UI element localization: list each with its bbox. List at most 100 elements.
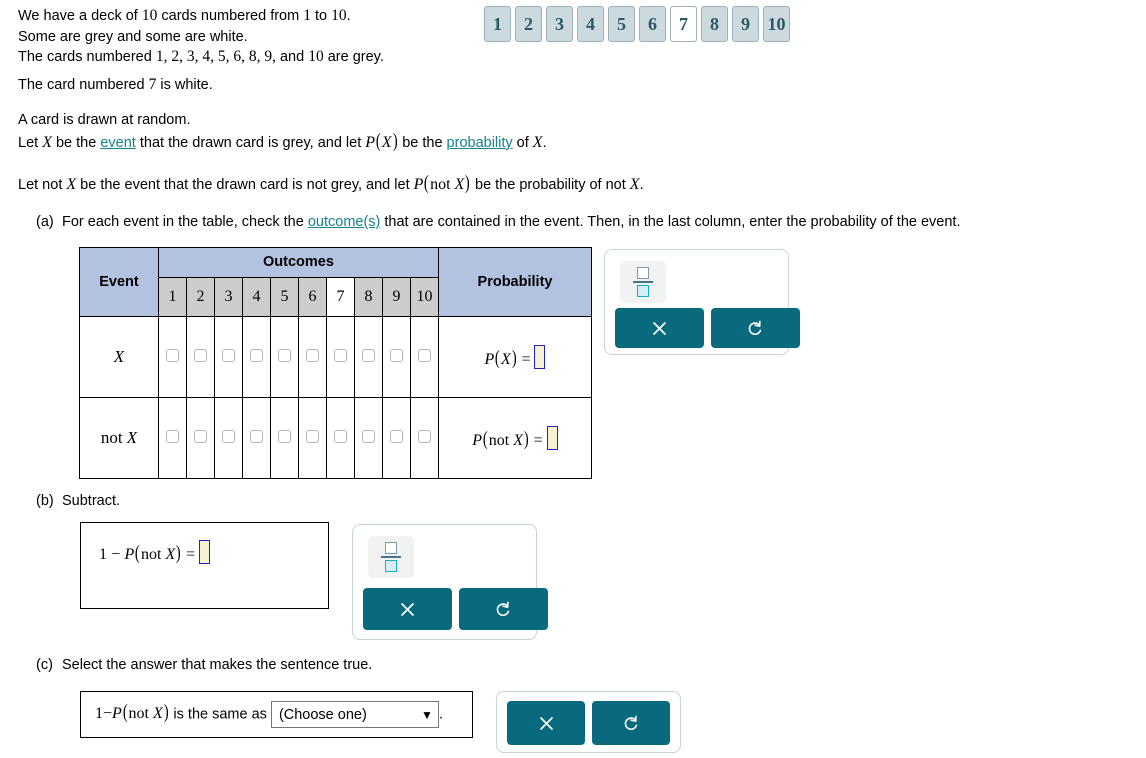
checkbox-outcome-5[interactable] bbox=[278, 429, 291, 443]
select-value: (Choose one) bbox=[278, 706, 367, 723]
header-event: Event bbox=[79, 247, 159, 317]
checkbox-outcome-8[interactable] bbox=[362, 429, 375, 443]
undo-icon bbox=[624, 715, 637, 730]
outcome-cell-4[interactable] bbox=[242, 316, 271, 398]
card-10: 10 bbox=[763, 6, 790, 42]
probability-cell: P(X) = bbox=[438, 316, 592, 398]
checkbox-outcome-8[interactable] bbox=[362, 348, 375, 362]
header-probability: Probability bbox=[438, 247, 592, 317]
probability-input[interactable] bbox=[546, 425, 558, 450]
fraction-icon[interactable] bbox=[620, 261, 666, 303]
outcome-cell-4[interactable] bbox=[242, 397, 271, 479]
clear-button-b[interactable] bbox=[363, 588, 452, 630]
undo-icon bbox=[748, 320, 762, 335]
card-7: 7 bbox=[670, 6, 697, 42]
probability-expression: P(not X) = bbox=[472, 425, 558, 450]
outcome-cell-6[interactable] bbox=[298, 397, 327, 479]
outcome-cell-3[interactable] bbox=[214, 397, 243, 479]
header-outcomes: Outcomes bbox=[158, 247, 439, 278]
event-link[interactable]: event bbox=[100, 135, 135, 151]
outcome-header-9: 9 bbox=[382, 276, 411, 318]
checkbox-outcome-3[interactable] bbox=[222, 348, 235, 362]
fraction-icon[interactable] bbox=[368, 536, 414, 578]
checkbox-outcome-1[interactable] bbox=[166, 348, 179, 362]
definition-line-3: Let not X be the event that the drawn ca… bbox=[18, 172, 644, 194]
intro-line-2: Some are grey and some are white. bbox=[18, 28, 248, 45]
outcome-cell-10[interactable] bbox=[410, 316, 439, 398]
checkbox-outcome-9[interactable] bbox=[390, 348, 403, 362]
outcome-cell-7[interactable] bbox=[326, 397, 355, 479]
table-row: not X P(not X) = bbox=[79, 397, 592, 479]
probability-cell: P(not X) = bbox=[438, 397, 592, 479]
x-icon bbox=[653, 321, 666, 335]
outcome-cell-8[interactable] bbox=[354, 316, 383, 398]
card-5: 5 bbox=[608, 6, 635, 42]
part-c-instruction: (c) Select the answer that makes the sent… bbox=[36, 657, 373, 673]
outcome-cell-2[interactable] bbox=[186, 316, 215, 398]
math-keypad-b bbox=[352, 524, 548, 640]
checkbox-outcome-6[interactable] bbox=[306, 348, 319, 362]
undo-button-a[interactable] bbox=[711, 308, 800, 348]
paren-open: ( bbox=[483, 427, 488, 450]
outcome-cell-6[interactable] bbox=[298, 316, 327, 398]
checkbox-outcome-1[interactable] bbox=[166, 429, 179, 443]
outcome-cell-5[interactable] bbox=[270, 397, 299, 479]
outcome-cell-1[interactable] bbox=[158, 316, 187, 398]
probability-P: P bbox=[472, 431, 483, 449]
probability-link[interactable]: probability bbox=[447, 135, 513, 151]
card-4: 4 bbox=[577, 6, 604, 42]
outcome-header-3: 3 bbox=[214, 276, 243, 318]
x-icon bbox=[539, 716, 553, 730]
choose-one-select[interactable]: (Choose one) ▼ bbox=[270, 701, 439, 728]
probability-input[interactable] bbox=[534, 344, 546, 369]
row-label-not-x: not X bbox=[79, 397, 159, 479]
checkbox-outcome-10[interactable] bbox=[418, 348, 431, 362]
checkbox-outcome-2[interactable] bbox=[194, 348, 207, 362]
outcome-cell-2[interactable] bbox=[186, 397, 215, 479]
checkbox-outcome-3[interactable] bbox=[222, 429, 235, 443]
clear-button-a[interactable] bbox=[615, 308, 704, 348]
outcome-header-4: 4 bbox=[242, 276, 271, 318]
checkbox-outcome-2[interactable] bbox=[194, 429, 207, 443]
undo-button-b[interactable] bbox=[459, 588, 548, 630]
outcomes-link[interactable]: outcome(s) bbox=[308, 214, 381, 230]
math-keypad-a bbox=[604, 249, 800, 355]
table-row: X P(X) = bbox=[79, 316, 592, 398]
outcomes-table-wrap: Event Outcomes Probability 1 2 3 4 5 6 7 8 9 10 X… bbox=[79, 247, 592, 479]
definition-text: A card is drawn at random. Let X be the … bbox=[18, 110, 644, 196]
outcome-cell-8[interactable] bbox=[354, 397, 383, 479]
paren-open: ( bbox=[495, 346, 501, 369]
exercise-page: We have a deck of 10 cards numbered from… bbox=[0, 0, 1146, 758]
table-header-row-1: Event Outcomes Probability bbox=[79, 247, 592, 317]
undo-icon bbox=[496, 601, 510, 616]
x-icon bbox=[401, 602, 414, 616]
outcome-cell-3[interactable] bbox=[214, 316, 243, 398]
card-8: 8 bbox=[701, 6, 728, 42]
checkbox-outcome-7[interactable] bbox=[334, 429, 347, 443]
checkbox-outcome-6[interactable] bbox=[306, 429, 319, 443]
definition-line-2: Let X be the event that the drawn card i… bbox=[18, 129, 547, 152]
checkbox-outcome-4[interactable] bbox=[250, 429, 263, 443]
paren-close: ) bbox=[511, 346, 517, 369]
outcome-header-10: 10 bbox=[410, 276, 439, 318]
outcome-header-7: 7 bbox=[326, 276, 355, 318]
equals-sign: = bbox=[529, 431, 547, 449]
outcome-cell-7[interactable] bbox=[326, 316, 355, 398]
clear-button-c[interactable] bbox=[507, 701, 585, 745]
outcome-cell-9[interactable] bbox=[382, 397, 411, 479]
outcome-cell-5[interactable] bbox=[270, 316, 299, 398]
part-c-sentence: 1−P(not X) is the same as (Choose one) ▼. bbox=[95, 701, 443, 728]
intro-line-4: The card numbered 7 is white. bbox=[18, 75, 213, 93]
checkbox-outcome-7[interactable] bbox=[334, 348, 347, 362]
checkbox-outcome-5[interactable] bbox=[278, 348, 291, 362]
checkbox-outcome-9[interactable] bbox=[390, 429, 403, 443]
undo-button-c[interactable] bbox=[592, 701, 670, 745]
outcome-header-6: 6 bbox=[298, 276, 327, 318]
checkbox-outcome-4[interactable] bbox=[250, 348, 263, 362]
checkbox-outcome-10[interactable] bbox=[418, 429, 431, 443]
outcomes-table: Event Outcomes Probability 1 2 3 4 5 6 7 8 9 10 X… bbox=[79, 247, 592, 479]
outcome-cell-9[interactable] bbox=[382, 316, 411, 398]
outcome-cell-10[interactable] bbox=[410, 397, 439, 479]
outcome-cell-1[interactable] bbox=[158, 397, 187, 479]
part-b-input[interactable] bbox=[199, 540, 211, 564]
